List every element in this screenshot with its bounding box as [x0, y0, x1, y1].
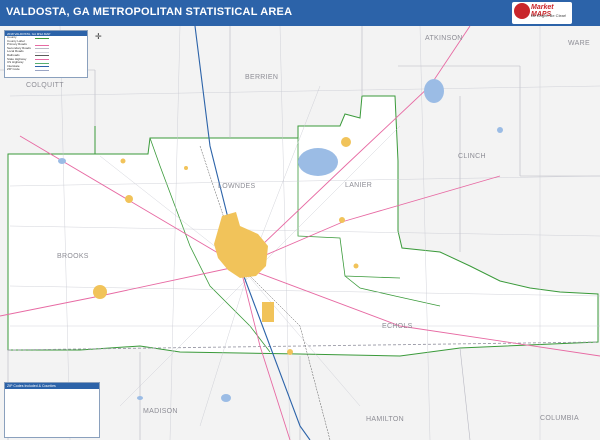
county-label-clinch: CLINCH [458, 153, 486, 160]
county-label-berrien: BERRIEN [245, 74, 279, 81]
county-label-lanier: LANIER [345, 182, 373, 189]
county-label-echols: ECHOLS [382, 323, 413, 330]
market-maps-logo: Market MAPS Be Bright! Be Clear! [512, 2, 572, 24]
compass-rose-icon: ✛ [95, 32, 102, 41]
county-label-colquitt: COLQUITT [26, 82, 64, 89]
zip-table-grid [5, 389, 99, 391]
title-bar: VALDOSTA, GA METROPOLITAN STATISTICAL AR… [0, 0, 600, 26]
lake-banks [298, 148, 338, 176]
lake-small-2 [221, 394, 231, 402]
lake-small-4 [497, 127, 503, 133]
lake-small-3 [137, 396, 143, 400]
county-label-ware: WARE [568, 40, 590, 47]
logo-tagline: Be Bright! Be Clear! [531, 13, 567, 18]
lake-atkinson [424, 79, 444, 103]
county-label-brooks: BROOKS [57, 253, 89, 260]
map-legend: 2018 VALDOSTA, GA MSA MAP County County … [4, 30, 88, 78]
county-label-columbia: COLUMBIA [540, 415, 579, 422]
county-label-atkinson: ATKINSON [425, 35, 463, 42]
publisher-info [574, 3, 598, 23]
map-frame: VALDOSTA, GA METROPOLITAN STATISTICAL AR… [0, 0, 600, 440]
county-label-hamilton: HAMILTON [366, 416, 404, 423]
legend-row: ZIP Code [5, 68, 87, 72]
map-svg [0, 26, 600, 440]
map-title: VALDOSTA, GA METROPOLITAN STATISTICAL AR… [6, 6, 293, 18]
zip-code-table: ZIP Codes Included & Counties [4, 382, 100, 438]
county-label-madison: MADISON [143, 408, 178, 415]
map-canvas[interactable]: ATKINSON WARE COLQUITT BERRIEN LOWNDES L… [0, 26, 600, 440]
county-label-lowndes: LOWNDES [218, 183, 256, 190]
logo-icon [514, 3, 530, 19]
lake-small-1 [58, 158, 66, 164]
